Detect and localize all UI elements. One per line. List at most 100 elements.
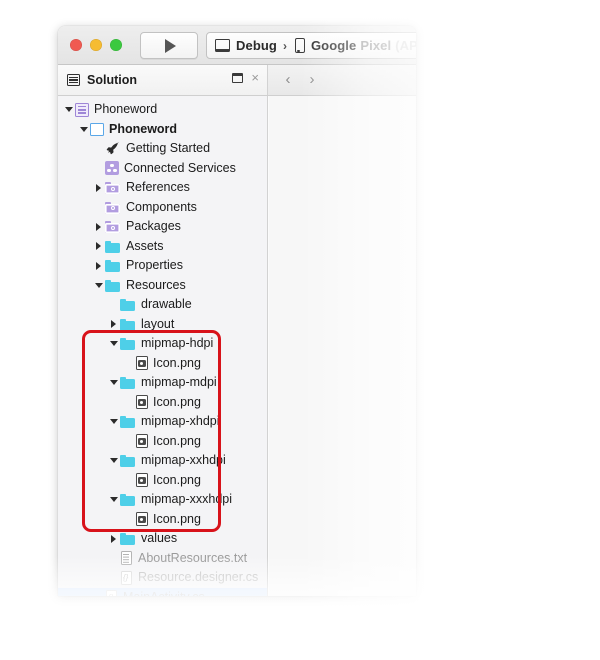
- tree-row-label: Resources: [126, 277, 186, 292]
- tree-row[interactable]: AboutResources.txt: [58, 549, 267, 569]
- tree-row[interactable]: mipmap-xxhdpi: [58, 451, 267, 471]
- tree-row[interactable]: Packages: [58, 217, 267, 237]
- folder-icon: [120, 531, 136, 546]
- tree-row[interactable]: Getting Started: [58, 139, 267, 159]
- twisty-expanded[interactable]: [92, 282, 105, 288]
- tree-row-label: Icon.png: [153, 433, 201, 448]
- chevron-right-icon[interactable]: ›: [304, 70, 320, 90]
- tree-row-label: Components: [126, 199, 197, 214]
- tree-row[interactable]: {} Resource.designer.cs: [58, 568, 267, 588]
- chevron-down-icon: [109, 380, 118, 386]
- image-file-icon: [135, 512, 148, 527]
- twisty-expanded[interactable]: [107, 341, 120, 347]
- run-button[interactable]: [140, 32, 198, 59]
- chevron-right-icon: [111, 320, 116, 329]
- tree-row[interactable]: Icon.png: [58, 510, 267, 530]
- folder-icon: [120, 453, 136, 468]
- traffic-light-group: [70, 39, 122, 51]
- chevron-right-icon: [96, 222, 101, 231]
- device-label-part1: Google: [310, 38, 357, 53]
- tree-row[interactable]: Assets: [58, 237, 267, 257]
- twisty-expanded[interactable]: [77, 126, 90, 132]
- tree-row[interactable]: Phoneword: [58, 100, 267, 120]
- zoom-window-button[interactable]: [110, 39, 122, 51]
- twisty-collapsed[interactable]: [92, 183, 105, 192]
- tree-row-label: values: [141, 531, 178, 545]
- twisty-collapsed[interactable]: [92, 222, 105, 231]
- twisty-expanded[interactable]: [107, 380, 120, 386]
- reference-folder-icon: [105, 180, 121, 195]
- code-file-icon: {}: [120, 570, 133, 585]
- configuration-label: Debug: [236, 38, 277, 53]
- tree-row[interactable]: Connected Services: [58, 159, 267, 179]
- tree-row[interactable]: mipmap-mdpi: [58, 373, 267, 393]
- tree-row-label: Phoneword: [109, 121, 178, 136]
- chevron-right-icon: [96, 183, 101, 192]
- tree-row-label: MainActivity.cs: [123, 588, 205, 597]
- folder-icon: [120, 414, 136, 429]
- twisty-collapsed[interactable]: [92, 261, 105, 270]
- tree-row-label: Icon.png: [153, 394, 201, 409]
- panel-header-actions: ×: [232, 71, 259, 84]
- tree-row[interactable]: {} MainActivity.cs: [58, 587, 267, 597]
- image-file-icon: [135, 434, 148, 449]
- twisty-expanded[interactable]: [107, 419, 120, 425]
- screen-icon: [215, 39, 230, 52]
- phone-icon: [294, 38, 305, 53]
- tree-row-label: layout: [141, 316, 175, 331]
- tree-row[interactable]: Icon.png: [58, 354, 267, 374]
- play-icon: [164, 38, 176, 53]
- tree-row[interactable]: Resources: [58, 276, 267, 296]
- tree-row-label: Resource.designer.cs: [138, 570, 259, 584]
- twisty-collapsed[interactable]: [107, 320, 120, 329]
- chevron-left-icon[interactable]: ‹: [280, 70, 296, 90]
- device-label-part3: (API 2: [395, 38, 416, 53]
- close-icon[interactable]: ×: [251, 71, 259, 84]
- twisty-collapsed[interactable]: [92, 242, 105, 251]
- solution-tree-panel[interactable]: Phoneword Phoneword Getting Started Connect…: [58, 96, 268, 596]
- panel-header-bar: Solution × ‹ ›: [58, 65, 416, 96]
- tree-row[interactable]: Icon.png: [58, 432, 267, 452]
- chevron-down-icon: [109, 341, 118, 347]
- tree-row[interactable]: drawable: [58, 295, 267, 315]
- device-label-part2: Pixel: [360, 38, 392, 53]
- tree-row[interactable]: mipmap-xhdpi: [58, 412, 267, 432]
- folder-icon: [105, 258, 121, 273]
- tree-row-label: mipmap-xhdpi: [141, 414, 220, 428]
- tree-row[interactable]: Phoneword: [58, 120, 267, 140]
- tree-row[interactable]: mipmap-xxxhdpi: [58, 490, 267, 510]
- tree-row-label: Getting Started: [126, 141, 211, 155]
- tree-row-label: Icon.png: [153, 472, 201, 487]
- folder-icon: [120, 317, 136, 332]
- folder-icon: [120, 492, 136, 507]
- twisty-expanded[interactable]: [62, 107, 75, 113]
- pin-icon[interactable]: [232, 73, 244, 83]
- code-file-icon: {}: [105, 590, 118, 596]
- tree-row[interactable]: Icon.png: [58, 393, 267, 413]
- tree-row[interactable]: values: [58, 529, 267, 549]
- solution-tree: Phoneword Phoneword Getting Started Connect…: [58, 96, 267, 596]
- tree-row-label: mipmap-mdpi: [141, 375, 217, 389]
- document-area: [269, 96, 416, 596]
- tree-row[interactable]: layout: [58, 315, 267, 335]
- tree-row-label: drawable: [141, 297, 192, 311]
- twisty-collapsed[interactable]: [107, 534, 120, 543]
- tree-row[interactable]: Components: [58, 198, 267, 218]
- tree-row[interactable]: Icon.png: [58, 471, 267, 491]
- run-configuration-selector[interactable]: Debug › Google Pixel (API 2: [206, 32, 416, 59]
- image-file-icon: [135, 395, 148, 410]
- folder-icon: [120, 336, 136, 351]
- chevron-right-icon: [111, 534, 116, 543]
- minimize-window-button[interactable]: [90, 39, 102, 51]
- twisty-expanded[interactable]: [107, 458, 120, 464]
- tree-row[interactable]: Properties: [58, 256, 267, 276]
- chevron-down-icon: [109, 419, 118, 425]
- chevron-down-icon: [109, 497, 118, 503]
- tree-row[interactable]: References: [58, 178, 267, 198]
- ide-window: Debug › Google Pixel (API 2 Solution ×: [58, 26, 416, 596]
- twisty-expanded[interactable]: [107, 497, 120, 503]
- tree-row[interactable]: mipmap-hdpi: [58, 334, 267, 354]
- close-window-button[interactable]: [70, 39, 82, 51]
- folder-icon: [105, 278, 121, 293]
- chevron-down-icon: [64, 107, 73, 113]
